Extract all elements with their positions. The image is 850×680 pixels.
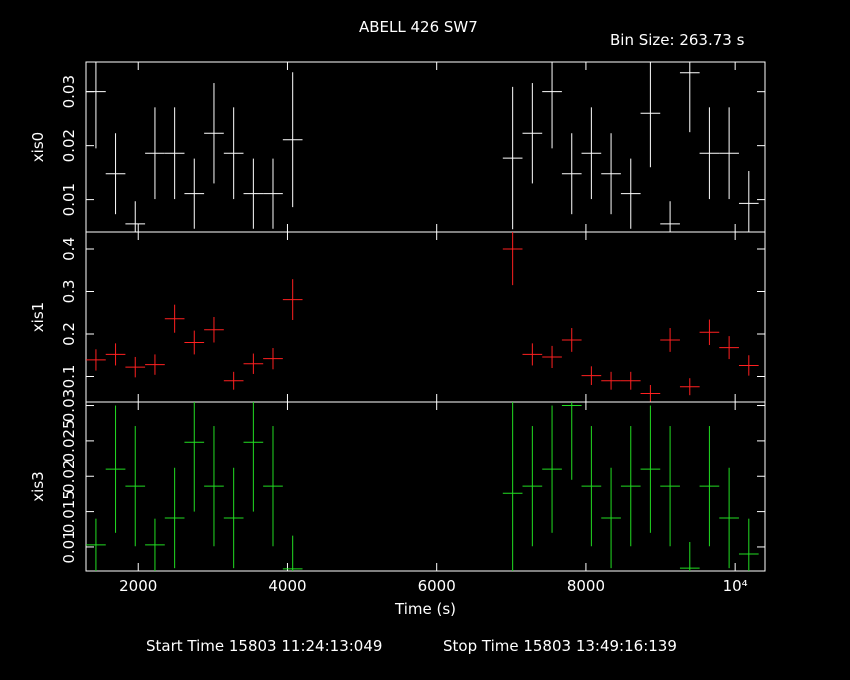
x-tick-label: 8000 — [567, 577, 605, 595]
x-axis-label: Time (s) — [394, 600, 456, 618]
xis0-y-tick-label: 0.03 — [60, 75, 78, 108]
xis1-y-axis-label: xis1 — [29, 302, 47, 332]
xis1-y-tick-label: 0.4 — [60, 237, 78, 261]
x-tick-label: 10⁴ — [723, 577, 748, 595]
xis3-y-tick-label: 0.025 — [60, 419, 78, 462]
xis0-y-tick-label: 0.02 — [60, 129, 78, 162]
xis3-y-tick-label: 0.01 — [60, 530, 78, 563]
xis1-y-tick-label: 0.3 — [60, 280, 78, 304]
xis0-y-axis-label: xis0 — [29, 132, 47, 162]
xis3-y-tick-label: 0.03 — [60, 389, 78, 422]
xis0-frame — [85, 61, 766, 233]
xis0-y-tick-label: 0.01 — [60, 183, 78, 216]
xis1-y-tick-label: 0.1 — [60, 365, 78, 389]
x-tick-label: 6000 — [418, 577, 456, 595]
xis1-y-tick-label: 0.2 — [60, 322, 78, 346]
xis3-y-tick-label: 0.02 — [60, 460, 78, 493]
light-curve-plot: 0.010.020.03xis00.10.20.30.4xis10.010.01… — [29, 61, 766, 618]
x-tick-label: 2000 — [119, 577, 157, 595]
x-tick-label: 4000 — [268, 577, 306, 595]
xis1-frame — [85, 231, 766, 403]
xis3-y-axis-label: xis3 — [29, 471, 47, 501]
xis3-y-tick-label: 0.015 — [60, 490, 78, 533]
